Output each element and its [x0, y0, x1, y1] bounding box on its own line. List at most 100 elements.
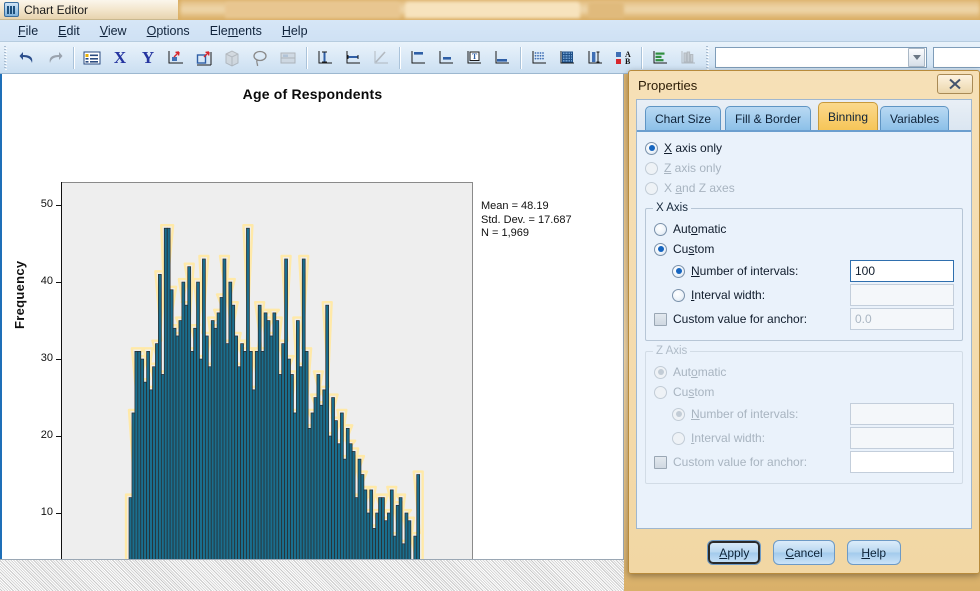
histogram-bar[interactable] [175, 335, 180, 590]
break-icon[interactable] [275, 45, 301, 71]
histogram-bar[interactable] [158, 274, 162, 590]
histogram-bar[interactable] [296, 320, 300, 590]
histogram-bar[interactable] [134, 351, 139, 590]
menu-edit[interactable]: Edit [48, 22, 90, 40]
histogram-bar[interactable] [163, 227, 168, 590]
show-data-labels-icon[interactable] [79, 45, 105, 71]
histogram-bar[interactable] [225, 343, 230, 590]
histogram-bar[interactable] [202, 258, 206, 590]
histogram-bar[interactable] [181, 281, 186, 590]
add-markers-icon[interactable] [489, 45, 515, 71]
histogram-bar[interactable] [243, 351, 247, 590]
add-reference-line-y-icon[interactable] [312, 45, 338, 71]
x-custom-anchor-row[interactable]: Custom value for anchor: 0.0 [654, 307, 954, 331]
tab-binning[interactable]: Binning [818, 102, 879, 130]
histogram-bar[interactable] [166, 227, 171, 590]
histogram-bar[interactable] [301, 258, 306, 590]
menu-help[interactable]: Help [272, 22, 318, 40]
histogram-bar[interactable] [231, 304, 236, 590]
histogram-bar[interactable] [178, 320, 183, 590]
histogram-bar[interactable] [237, 366, 241, 590]
histogram-bar[interactable] [137, 351, 142, 590]
chart-client-area[interactable]: Age of Respondents Mean = 48.19 Std. Dev… [0, 74, 624, 591]
histogram-bar[interactable] [216, 312, 221, 590]
y-axis-icon[interactable]: Y [135, 45, 161, 71]
histogram-bar[interactable] [140, 358, 145, 590]
histogram-bar[interactable] [287, 358, 291, 590]
apply-button[interactable]: Apply [707, 540, 762, 565]
histogram-bar[interactable] [249, 351, 253, 590]
bar-style-icon[interactable] [647, 45, 673, 71]
histogram-bar[interactable] [205, 335, 209, 590]
chart-canvas[interactable]: Age of Respondents Mean = 48.19 Std. Dev… [2, 74, 623, 591]
histogram-bar[interactable] [246, 227, 250, 590]
chart-element-combo[interactable] [715, 47, 927, 68]
histogram-bar[interactable] [240, 343, 244, 590]
histogram-bar[interactable] [263, 312, 268, 590]
menu-file[interactable]: FFileile [8, 22, 48, 40]
histogram-bar[interactable] [184, 304, 189, 590]
histogram-bar[interactable] [278, 374, 283, 590]
histogram-bar[interactable] [316, 374, 321, 590]
tab-fill-and-border[interactable]: Fill & Border [725, 106, 812, 130]
x-number-of-intervals-row[interactable]: Number of intervals: 100 [654, 259, 954, 283]
histogram-bar[interactable] [266, 320, 271, 590]
color-legend-icon[interactable]: AB [610, 45, 636, 71]
chart-property-combo[interactable] [933, 47, 980, 68]
transpose-icon[interactable] [163, 45, 189, 71]
histogram-bar[interactable] [213, 327, 218, 590]
histogram-bar[interactable] [304, 351, 309, 590]
histogram-bars[interactable] [62, 182, 474, 590]
histogram-bar[interactable] [260, 351, 265, 590]
histogram-bar[interactable] [207, 366, 212, 590]
histogram-bar[interactable] [193, 327, 197, 590]
radio-icon-x-automatic[interactable] [654, 222, 667, 236]
histogram-bar[interactable] [290, 374, 294, 590]
3d-rotation-icon[interactable] [219, 45, 245, 71]
radio-x-automatic[interactable]: Automatic [654, 219, 954, 239]
radio-x-custom[interactable]: Custom [654, 239, 954, 259]
histogram-bar[interactable] [284, 258, 288, 590]
histogram-bar[interactable] [160, 374, 165, 590]
histogram-bar[interactable] [152, 366, 156, 590]
radio-icon-x-number-of-intervals[interactable] [672, 264, 685, 278]
tab-variables[interactable]: Variables [880, 106, 950, 130]
add-fit-line-icon[interactable] [368, 45, 394, 71]
add-text-box-icon[interactable]: T [461, 45, 487, 71]
histogram-bar[interactable] [254, 351, 259, 590]
menu-elements[interactable]: Elements [200, 22, 272, 40]
add-distribution-curve-icon[interactable] [433, 45, 459, 71]
histogram-bar[interactable] [275, 320, 280, 590]
toolbar-grip-2[interactable] [705, 45, 712, 70]
histogram-bar[interactable] [272, 312, 277, 590]
toolbar-grip[interactable] [3, 45, 10, 70]
histogram-bar[interactable] [222, 258, 227, 590]
explode-icon[interactable] [191, 45, 217, 71]
checkbox-icon-x-custom-anchor[interactable] [654, 312, 667, 326]
histogram-bar[interactable] [199, 358, 203, 590]
radio-icon-x-custom[interactable] [654, 242, 667, 256]
x-axis-icon[interactable]: X [107, 45, 133, 71]
add-reference-line-x-icon[interactable] [340, 45, 366, 71]
histogram-bar[interactable] [325, 304, 330, 590]
add-interpolation-line-icon[interactable] [405, 45, 431, 71]
lasso-select-icon[interactable] [247, 45, 273, 71]
histogram-bar[interactable] [219, 297, 224, 590]
histogram-bar[interactable] [228, 281, 233, 590]
chevron-down-icon[interactable] [908, 48, 925, 67]
histogram-bar[interactable] [172, 327, 177, 590]
radio-icon-x-axis-only[interactable] [645, 141, 658, 155]
close-icon[interactable] [937, 74, 973, 94]
tab-chart-size[interactable]: Chart Size [645, 106, 722, 130]
radio-x-axis-only[interactable]: X axis only [645, 138, 963, 158]
radio-icon-x-interval-width[interactable] [672, 288, 685, 302]
spikes-icon[interactable] [526, 45, 552, 71]
histogram-bar[interactable] [210, 320, 215, 590]
grid-lines-icon[interactable] [554, 45, 580, 71]
histogram-bar[interactable] [187, 266, 192, 590]
histogram-bar[interactable] [257, 304, 262, 590]
histogram-bar[interactable] [281, 343, 285, 590]
cancel-button[interactable]: Cancel [773, 540, 835, 565]
redo-icon[interactable] [42, 45, 68, 71]
histogram-bar[interactable] [269, 335, 274, 590]
